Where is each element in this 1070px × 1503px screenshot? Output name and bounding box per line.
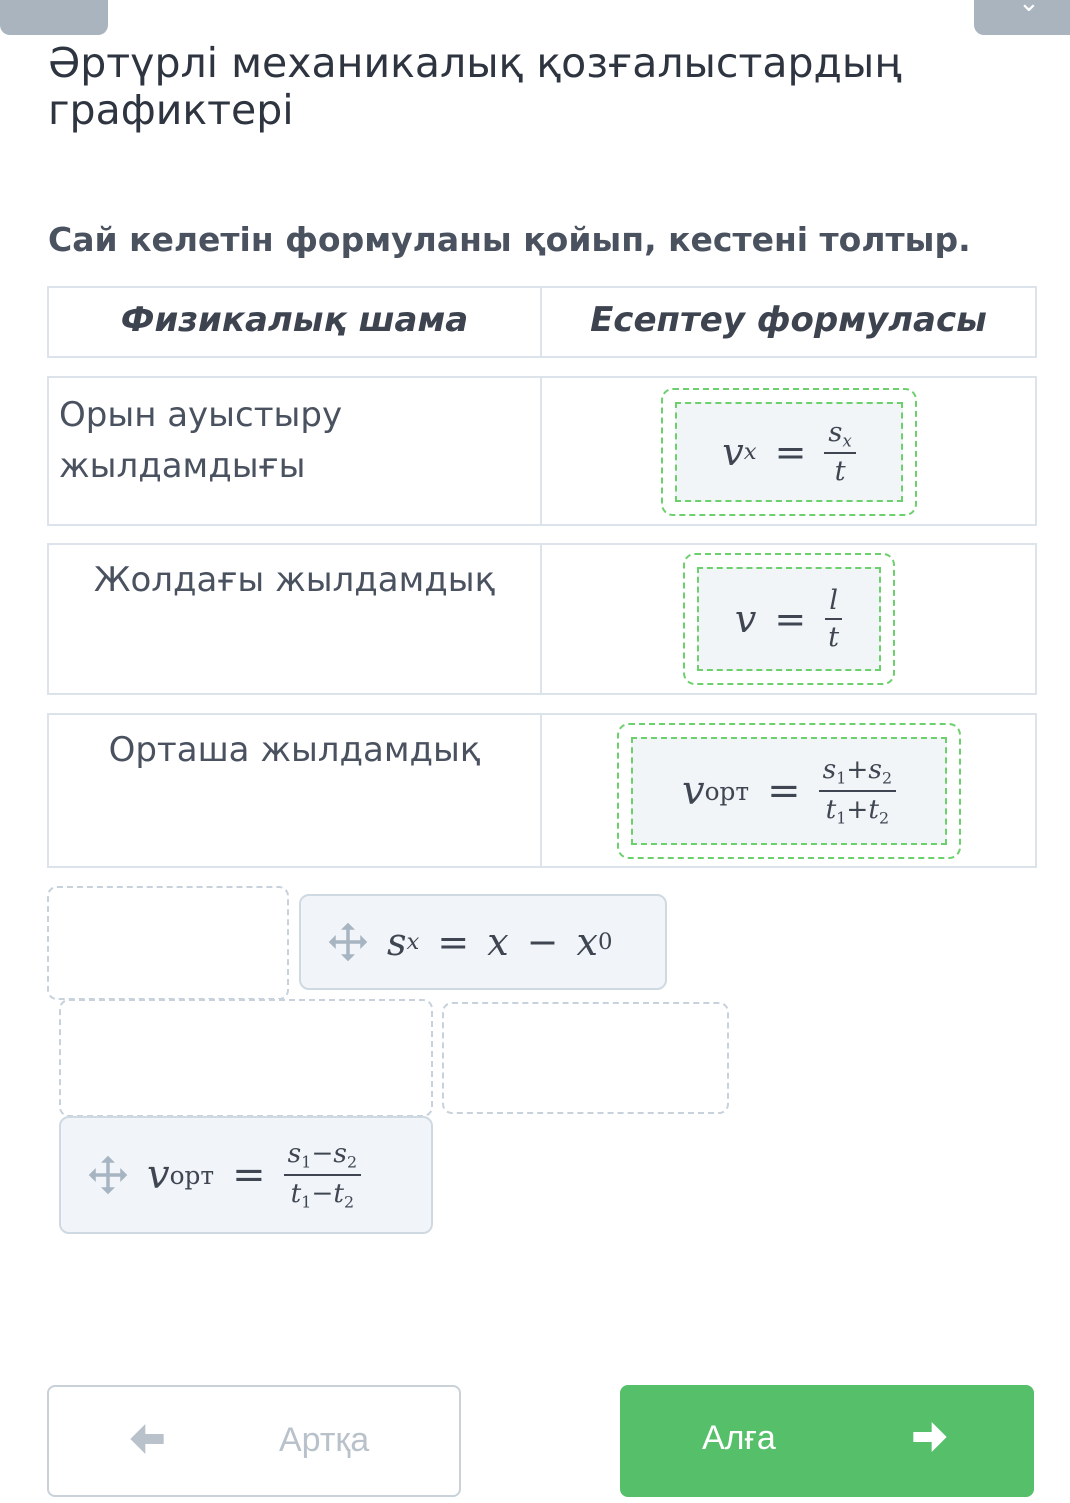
quantity-cell: Орын ауыстыру жылдамдығы <box>49 378 542 524</box>
quantity-name: Жолдағы жылдамдық <box>93 560 496 600</box>
formula-v: v = l t <box>735 585 843 653</box>
fraction: s1+s2 t1+t2 <box>818 754 897 828</box>
table-row: Орын ауыстыру жылдамдығы vx = sx t <box>47 376 1037 526</box>
arrow-right-icon <box>913 1422 947 1452</box>
empty-card-slot <box>47 886 289 1000</box>
close-icon[interactable]: ⌄ <box>1018 0 1040 18</box>
top-left-tab[interactable] <box>0 0 108 35</box>
formula-vavg-wrong: v орт = s1−s2 t1−t2 <box>147 1138 362 1212</box>
formula-sx: sx = x − x0 <box>387 920 613 964</box>
quantity-cell: Жолдағы жылдамдық <box>49 545 542 693</box>
fraction: sx t <box>824 417 856 487</box>
top-right-tab[interactable]: ⌄ <box>974 0 1070 35</box>
back-button[interactable]: Артқа <box>47 1385 461 1497</box>
formula-vx: vx = sx t <box>722 417 856 487</box>
table-row: Жолдағы жылдамдық v = l t <box>47 543 1037 695</box>
formula-vavg: v орт = s1+s2 t1+t2 <box>682 754 897 828</box>
placed-formula-card[interactable]: v = l t <box>697 567 881 671</box>
draggable-formula-card[interactable]: v орт = s1−s2 t1−t2 <box>59 1116 433 1234</box>
placed-formula-card[interactable]: v орт = s1+s2 t1+t2 <box>631 737 947 845</box>
empty-card-slot <box>442 1002 729 1114</box>
move-icon[interactable] <box>87 1154 129 1196</box>
fraction: s1−s2 t1−t2 <box>283 1138 362 1212</box>
formula-cell: vx = sx t <box>542 378 1035 524</box>
fraction: l t <box>824 585 843 653</box>
formula-cell: v орт = s1+s2 t1+t2 <box>542 715 1035 866</box>
formula-drop-zone[interactable]: v орт = s1+s2 t1+t2 <box>617 723 961 859</box>
placed-formula-card[interactable]: vx = sx t <box>675 402 903 502</box>
formula-drop-zone[interactable]: vx = sx t <box>661 388 917 516</box>
quantity-name: Орын ауыстыру жылдамдығы <box>59 395 343 486</box>
header-cell-formula: Есептеу формуласы <box>590 300 987 340</box>
formula-cell: v = l t <box>542 545 1035 693</box>
arrow-left-icon <box>130 1424 164 1454</box>
formula-drop-zone[interactable]: v = l t <box>683 553 895 685</box>
instruction-text: Сай келетін формуланы қойып, кестені тол… <box>48 220 971 259</box>
header-cell-quantity: Физикалық шама <box>49 288 542 356</box>
quantity-cell: Орташа жылдамдық <box>49 715 542 866</box>
table-row: Орташа жылдамдық v орт = s1+s2 t1+t2 <box>47 713 1037 868</box>
page-title: Әртүрлі механикалық қозғалыстардың графи… <box>48 39 902 134</box>
move-icon[interactable] <box>327 921 369 963</box>
empty-card-slot <box>59 999 433 1117</box>
draggable-formula-card[interactable]: sx = x − x0 <box>299 894 667 990</box>
table-header: Физикалық шама Есептеу формуласы <box>47 286 1037 358</box>
next-button[interactable]: Алға <box>620 1385 1034 1497</box>
quantity-name: Орташа жылдамдық <box>108 730 481 770</box>
